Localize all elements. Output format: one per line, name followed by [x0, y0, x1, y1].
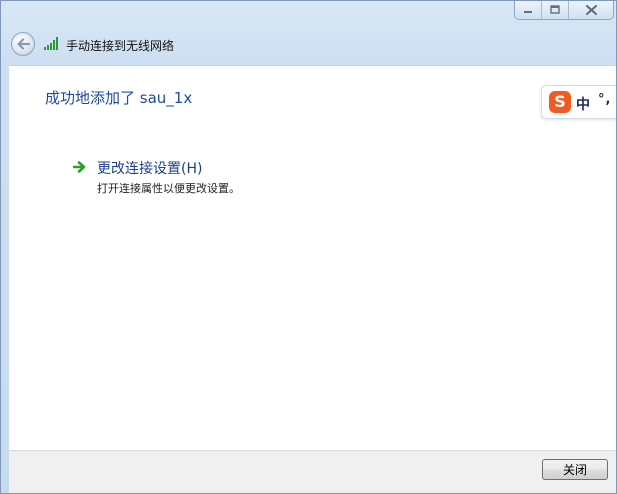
- window-controls: [514, 1, 614, 20]
- back-arrow-icon: [17, 38, 30, 50]
- change-settings-title[interactable]: 更改连接设置(H): [97, 158, 202, 178]
- change-settings-description: 打开连接属性以便更改设置。: [97, 182, 240, 195]
- ime-punctuation-indicator[interactable]: °,: [598, 92, 611, 107]
- close-button[interactable]: 关闭: [542, 459, 608, 480]
- maximize-button[interactable]: [542, 1, 569, 19]
- ime-mode-indicator[interactable]: 中: [576, 94, 590, 114]
- sogou-logo-icon: S: [549, 91, 571, 113]
- dialog-window: 手动连接到无线网络 成功地添加了 sau_1x 更改连接设置(H) 打开连接属性…: [0, 0, 617, 494]
- minimize-icon: [524, 10, 532, 13]
- content-area: 成功地添加了 sau_1x 更改连接设置(H) 打开连接属性以便更改设置。 S …: [9, 65, 616, 450]
- maximize-icon: [550, 4, 560, 14]
- success-heading: 成功地添加了 sau_1x: [45, 89, 193, 107]
- wireless-signal-icon: [44, 37, 58, 50]
- back-button[interactable]: [11, 32, 35, 56]
- window-title: 手动连接到无线网络: [66, 39, 175, 53]
- green-arrow-icon: [73, 161, 86, 173]
- close-window-button[interactable]: [569, 1, 613, 19]
- footer-bar: 关闭: [9, 450, 616, 493]
- ime-toolbar[interactable]: S 中 °,: [541, 85, 616, 119]
- minimize-button[interactable]: [515, 1, 542, 19]
- close-icon: [585, 4, 597, 15]
- title-bar: 手动连接到无线网络: [1, 1, 616, 61]
